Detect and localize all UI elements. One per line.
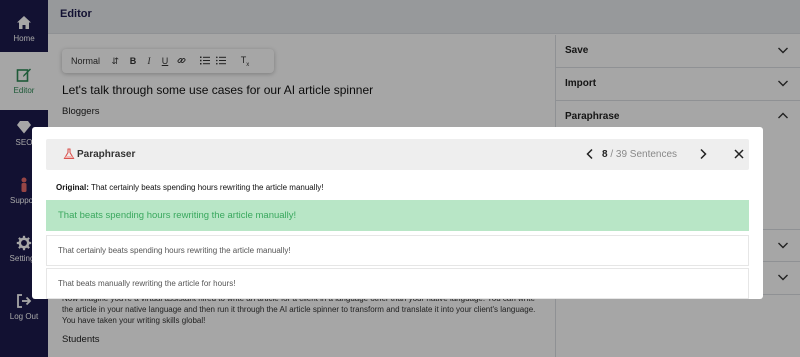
- original-label: Original:: [56, 183, 89, 192]
- paraphrase-option-text: That beats spending hours rewriting the …: [58, 210, 297, 221]
- modal-header: Paraphraser 8 / 39 Sentences: [46, 139, 749, 170]
- original-sentence: Original: That certainly beats spending …: [56, 183, 324, 192]
- flask-icon: [63, 148, 75, 160]
- current-sentence: 8: [602, 149, 608, 160]
- paraphrase-option[interactable]: That beats manually rewriting the articl…: [46, 268, 749, 299]
- paraphrase-option-text: That certainly beats spending hours rewr…: [58, 246, 291, 255]
- paraphrase-option[interactable]: That beats spending hours rewriting the …: [46, 200, 749, 231]
- sentence-counter: 8 / 39 Sentences: [602, 149, 677, 160]
- chevron-right-icon[interactable]: [696, 147, 710, 161]
- paraphrase-option-text: That beats manually rewriting the articl…: [58, 279, 236, 288]
- paraphrase-option[interactable]: That certainly beats spending hours rewr…: [46, 235, 749, 266]
- sentence-total: / 39 Sentences: [610, 149, 678, 160]
- modal-title: Paraphraser: [77, 149, 136, 160]
- paraphraser-modal: Paraphraser 8 / 39 Sentences Original: T…: [32, 127, 763, 299]
- chevron-left-icon[interactable]: [583, 147, 597, 161]
- original-text: That certainly beats spending hours rewr…: [90, 183, 324, 192]
- close-icon[interactable]: [732, 147, 746, 161]
